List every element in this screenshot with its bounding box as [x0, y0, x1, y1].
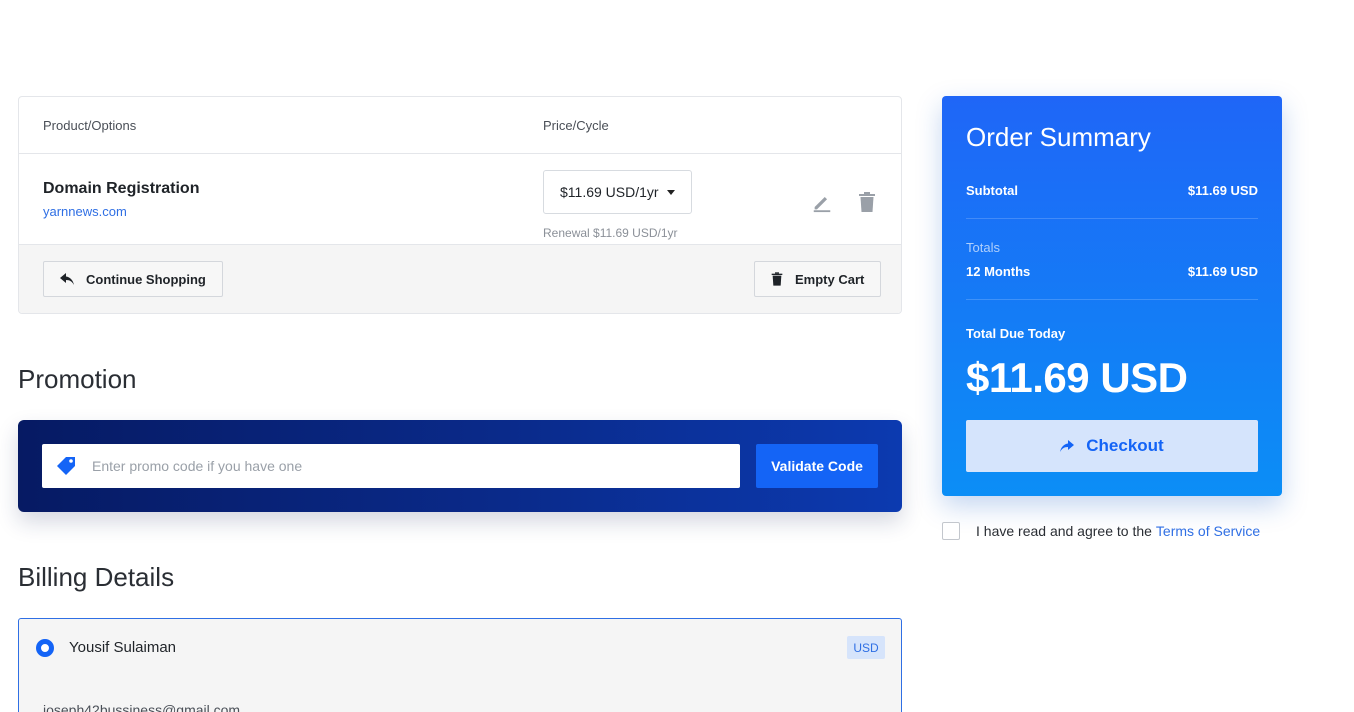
remove-item-button[interactable]	[855, 190, 879, 214]
cart-table: Product/Options Price/Cycle Domain Regis…	[18, 96, 902, 314]
share-arrow-icon	[1060, 440, 1075, 452]
promotion-panel: Validate Code	[18, 420, 902, 512]
billing-title: Billing Details	[18, 562, 175, 592]
period-label: 12 Months	[966, 264, 1031, 279]
edit-item-button[interactable]	[810, 190, 834, 214]
period-value: $11.69 USD	[1187, 264, 1258, 279]
continue-shopping-label: Continue Shopping	[86, 271, 206, 287]
promo-code-field[interactable]	[42, 444, 740, 488]
subtotal-line: Subtotal $11.69 USD	[966, 183, 1258, 198]
subtotal-value: $11.69 USD	[1187, 183, 1258, 198]
summary-divider	[966, 299, 1258, 300]
billing-contact-name: Yousif Sulaiman	[69, 639, 177, 656]
pencil-icon	[813, 196, 831, 213]
billing-contact-email: joseph42bussiness@gmail.com	[43, 702, 241, 712]
checkout-label: Checkout	[1086, 436, 1164, 455]
product-name: Domain Registration	[43, 180, 200, 197]
product-column-header: Product/Options	[43, 118, 137, 133]
trash-icon	[859, 192, 875, 212]
total-due-amount: $11.69 USD	[966, 354, 1188, 401]
product-domain-link[interactable]: yarnnews.com	[43, 204, 127, 219]
empty-cart-button[interactable]: Empty Cart	[754, 261, 882, 297]
billing-contact-card[interactable]: Yousif Sulaiman USD joseph42bussiness@gm…	[18, 618, 902, 712]
promo-code-input[interactable]	[92, 458, 652, 474]
renewal-price: Renewal $11.69 USD/1yr	[543, 226, 678, 240]
order-summary-title: Order Summary	[966, 122, 1151, 152]
terms-agreement: I have read and agree to the Terms of Se…	[942, 522, 1260, 540]
summary-divider	[966, 218, 1258, 219]
promotion-title: Promotion	[18, 364, 137, 394]
validate-code-button[interactable]: Validate Code	[756, 444, 878, 488]
subtotal-label: Subtotal	[966, 183, 1018, 198]
terms-checkbox[interactable]	[942, 522, 960, 540]
price-column-header: Price/Cycle	[543, 118, 609, 133]
billing-cycle-value: $11.69 USD/1yr	[560, 184, 659, 200]
continue-shopping-button[interactable]: Continue Shopping	[43, 261, 223, 297]
order-summary-panel: Order Summary Subtotal $11.69 USD Totals…	[942, 96, 1282, 496]
checkout-button[interactable]: Checkout	[966, 420, 1258, 472]
total-due-label: Total Due Today	[966, 326, 1066, 341]
cart-header: Product/Options Price/Cycle	[19, 97, 901, 154]
terms-of-service-link[interactable]: Terms of Service	[1156, 523, 1260, 539]
empty-cart-label: Empty Cart	[795, 271, 865, 287]
terms-text: I have read and agree to the	[976, 523, 1152, 539]
checkout-page: Product/Options Price/Cycle Domain Regis…	[0, 0, 1354, 712]
cart-footer: Continue Shopping Empty Cart	[19, 245, 901, 313]
reply-arrow-icon	[60, 273, 74, 285]
billing-contact-radio[interactable]	[36, 639, 54, 657]
totals-label: Totals	[966, 240, 1000, 255]
caret-down-icon	[666, 189, 675, 195]
trash-icon	[771, 272, 783, 286]
tag-icon	[57, 457, 75, 475]
billing-cycle-select[interactable]: $11.69 USD/1yr	[543, 170, 692, 214]
cart-item-row: Domain Registration yarnnews.com $11.69 …	[19, 154, 901, 245]
period-total-line: 12 Months $11.69 USD	[966, 264, 1258, 279]
currency-badge: USD	[847, 636, 885, 659]
